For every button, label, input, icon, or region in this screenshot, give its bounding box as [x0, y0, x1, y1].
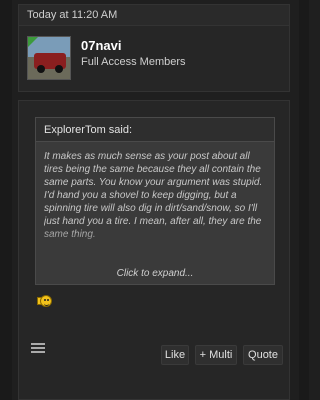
hamburger-menu-icon[interactable] [31, 343, 45, 353]
username[interactable]: 07navi [81, 38, 121, 53]
right-rail [299, 0, 309, 400]
menu-bar [31, 343, 45, 345]
avatar-badge-icon [28, 37, 38, 47]
post-date: Today at 11:20 AM [27, 9, 118, 21]
quote-header: ExplorerTom said: [36, 118, 274, 142]
post-body: ExplorerTom said: It makes as much sense… [18, 100, 290, 400]
smiley-face [40, 295, 52, 307]
quote-button[interactable]: Quote [243, 345, 283, 365]
multi-quote-button[interactable]: + Multi [195, 345, 237, 365]
quote-author[interactable]: ExplorerTom said: [44, 124, 132, 136]
quote-box: ExplorerTom said: It makes as much sense… [35, 117, 275, 285]
smiley-eye [47, 299, 49, 301]
avatar-wheel [37, 65, 45, 73]
user-avatar[interactable] [27, 36, 71, 80]
avatar-wheel [55, 65, 63, 73]
quote-fade [36, 226, 274, 258]
left-rail [0, 0, 12, 400]
smiley-eye [44, 299, 46, 301]
user-title: Full Access Members [81, 56, 186, 68]
smiley-mouth [44, 302, 49, 306]
expand-quote-link[interactable]: Click to expand... [36, 268, 274, 279]
post-user-info: 07navi Full Access Members [18, 26, 290, 92]
menu-bar [31, 347, 45, 349]
smiley-icon [37, 295, 55, 309]
like-button[interactable]: Like [161, 345, 189, 365]
post-date-bar: Today at 11:20 AM [18, 4, 290, 26]
menu-bar [31, 351, 45, 353]
